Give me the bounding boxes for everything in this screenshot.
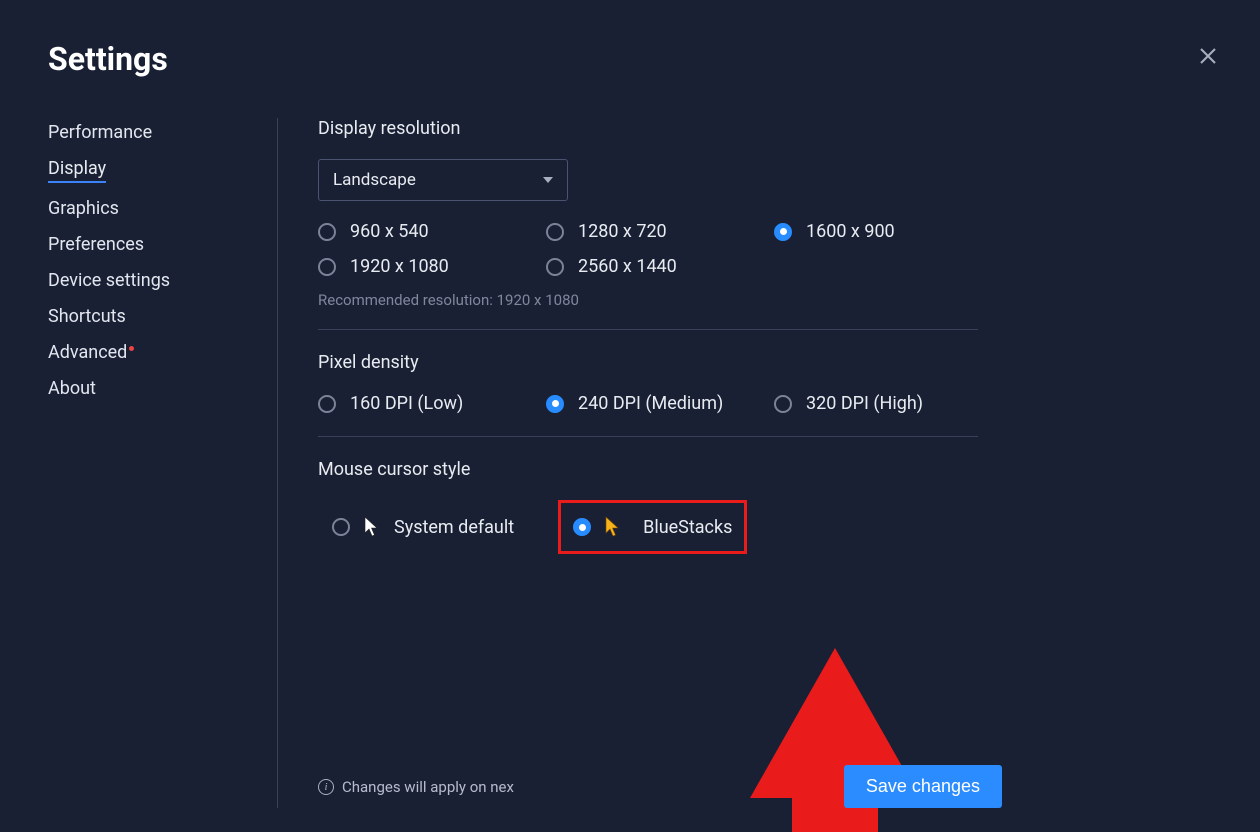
bluestacks-cursor-icon (605, 516, 621, 538)
display-resolution-heading: Display resolution (318, 118, 1212, 139)
sidebar-item-about[interactable]: About (48, 378, 96, 399)
radio-label[interactable]: 1920 x 1080 (350, 256, 449, 277)
radio-label: System default (394, 517, 514, 538)
section-divider (318, 329, 978, 330)
radio-res-1600x900[interactable] (774, 223, 792, 241)
sidebar-item-device-settings[interactable]: Device settings (48, 270, 170, 291)
sidebar-item-shortcuts[interactable]: Shortcuts (48, 306, 126, 327)
radio-cursor-system[interactable] (332, 518, 350, 536)
info-icon: i (318, 779, 334, 795)
restart-hint-text: Changes will apply on nex (342, 778, 514, 796)
section-divider (318, 436, 978, 437)
system-cursor-icon (364, 516, 380, 538)
radio-label[interactable]: 160 DPI (Low) (350, 393, 463, 414)
radio-res-2560x1440[interactable] (546, 258, 564, 276)
radio-label[interactable]: 240 DPI (Medium) (578, 393, 723, 414)
radio-label[interactable]: 2560 x 1440 (578, 256, 677, 277)
radio-label: BlueStacks (643, 517, 732, 538)
radio-label[interactable]: 1280 x 720 (578, 221, 667, 242)
close-icon[interactable] (1196, 44, 1220, 68)
sidebar: Performance Display Graphics Preferences… (48, 118, 278, 808)
sidebar-item-advanced[interactable]: Advanced (48, 342, 134, 363)
radio-res-1280x720[interactable] (546, 223, 564, 241)
radio-dpi-240[interactable] (546, 395, 564, 413)
orientation-selected-value: Landscape (333, 170, 416, 190)
orientation-select[interactable]: Landscape (318, 159, 568, 201)
radio-dpi-160[interactable] (318, 395, 336, 413)
radio-label[interactable]: 1600 x 900 (806, 221, 895, 242)
radio-dpi-320[interactable] (774, 395, 792, 413)
radio-cursor-bluestacks[interactable] (573, 518, 591, 536)
pixel-density-heading: Pixel density (318, 352, 1212, 373)
save-changes-button[interactable]: Save changes (844, 765, 1002, 808)
radio-label[interactable]: 960 x 540 (350, 221, 429, 242)
sidebar-item-graphics[interactable]: Graphics (48, 198, 119, 219)
radio-res-1920x1080[interactable] (318, 258, 336, 276)
sidebar-item-preferences[interactable]: Preferences (48, 234, 144, 255)
sidebar-item-performance[interactable]: Performance (48, 122, 152, 143)
footer-row: i Changes will apply on nex Save changes (318, 765, 1002, 808)
notification-dot-icon (129, 346, 134, 351)
radio-res-960x540[interactable] (318, 223, 336, 241)
cursor-option-bluestacks[interactable]: BlueStacks (558, 500, 747, 554)
chevron-down-icon (543, 177, 553, 183)
page-title: Settings (48, 40, 1212, 78)
recommended-resolution-text: Recommended resolution: 1920 x 1080 (318, 291, 1212, 309)
sidebar-item-label: Advanced (48, 342, 127, 363)
sidebar-item-display[interactable]: Display (48, 158, 106, 183)
radio-label[interactable]: 320 DPI (High) (806, 393, 923, 414)
cursor-style-heading: Mouse cursor style (318, 459, 1212, 480)
cursor-option-system-default[interactable]: System default (318, 500, 528, 554)
settings-content: Display resolution Landscape 960 x 540 1… (278, 118, 1212, 808)
